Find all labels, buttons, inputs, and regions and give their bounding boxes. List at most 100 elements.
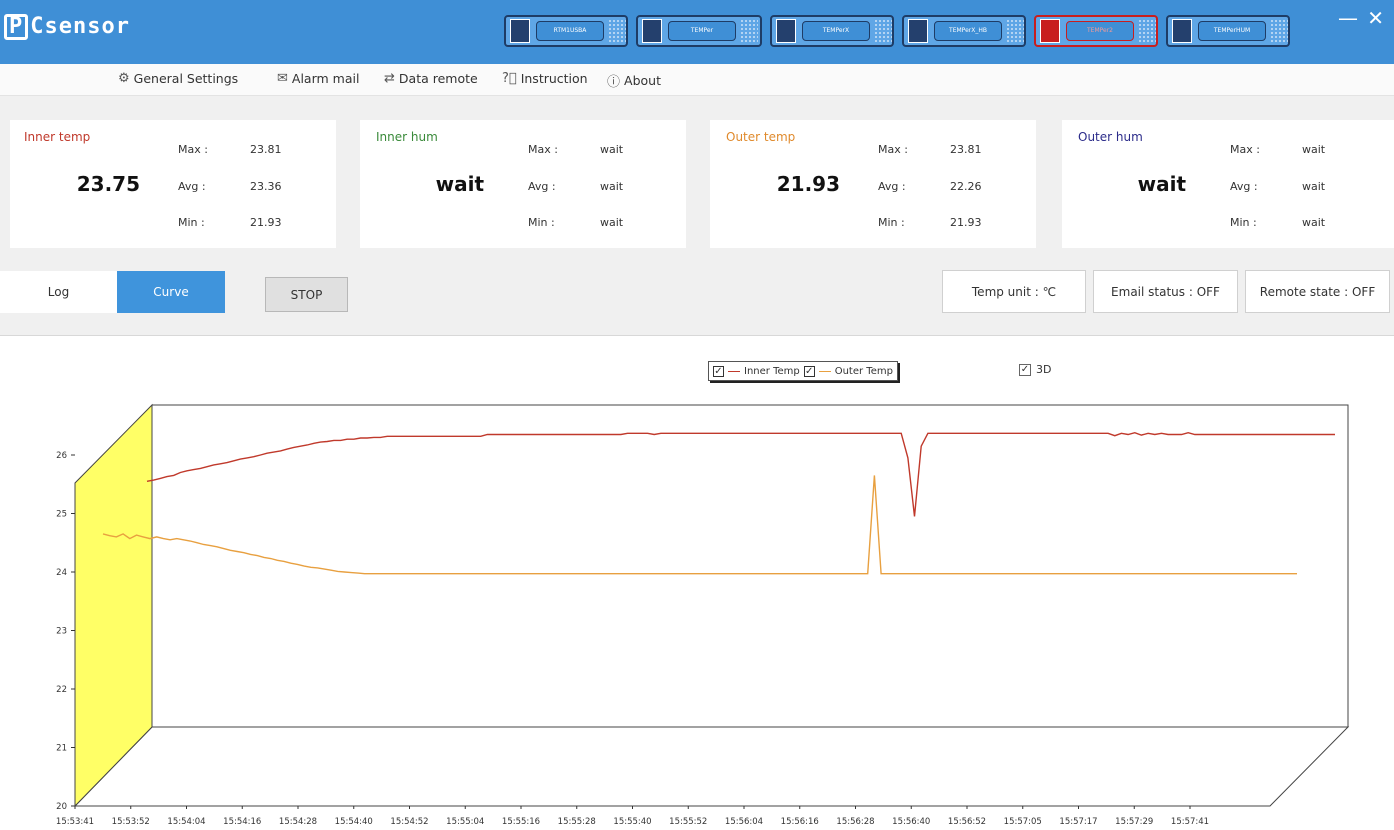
device-label: TEMPerX bbox=[802, 21, 870, 41]
avg-value: 22.26 bbox=[950, 180, 982, 193]
usb-plug-icon bbox=[642, 19, 662, 43]
device-tab-temper[interactable]: TEMPer bbox=[636, 15, 762, 47]
close-button[interactable]: ✕ bbox=[1367, 6, 1384, 30]
usb-plug-icon bbox=[908, 19, 928, 43]
x-tick-label: 15:55:52 bbox=[669, 817, 707, 827]
card-title: Outer hum bbox=[1078, 130, 1143, 144]
y-tick-label: 24 bbox=[56, 568, 67, 578]
device-label: TEMPerHUM bbox=[1198, 21, 1266, 41]
menu-general-settings[interactable]: ⚙ General Settings bbox=[118, 71, 238, 86]
readings-panel: Inner temp 23.75 Max : 23.81 Avg : 23.36… bbox=[0, 96, 1394, 266]
menu-data-remote-label: Data remote bbox=[398, 71, 478, 86]
y-tick-label: 22 bbox=[56, 685, 67, 695]
avg-value: wait bbox=[1302, 180, 1326, 193]
stop-button[interactable]: STOP bbox=[265, 277, 348, 312]
menu-alarm-mail[interactable]: ✉ Alarm mail bbox=[277, 71, 359, 86]
x-tick-label: 15:55:28 bbox=[558, 817, 596, 827]
current-value: wait bbox=[435, 172, 484, 196]
device-grille-icon bbox=[1006, 19, 1024, 43]
usb-plug-icon bbox=[776, 19, 796, 43]
menu-general-settings-label: General Settings bbox=[133, 71, 239, 86]
menu-about-label: About bbox=[624, 73, 661, 88]
question-circle-icon: ?⃝ bbox=[502, 71, 517, 86]
three-d-toggle[interactable]: ✓ 3D bbox=[1019, 363, 1051, 376]
device-tab-temperx-hb[interactable]: TEMPerX_HB bbox=[902, 15, 1026, 47]
logo-p-mark: P bbox=[4, 14, 29, 40]
info-circle-icon: ⓘ bbox=[607, 75, 621, 90]
tab-curve[interactable]: Curve bbox=[117, 271, 225, 313]
max-label: Max : bbox=[1230, 143, 1260, 156]
device-tab-temperx[interactable]: TEMPerX bbox=[770, 15, 894, 47]
usb-plug-icon bbox=[1040, 19, 1060, 43]
x-tick-label: 15:54:52 bbox=[390, 817, 428, 827]
current-value: wait bbox=[1137, 172, 1186, 196]
min-value: wait bbox=[600, 216, 624, 229]
x-tick-label: 15:57:05 bbox=[1004, 817, 1042, 827]
inner-temp-swatch bbox=[728, 370, 740, 372]
y-tick-label: 20 bbox=[56, 802, 67, 812]
envelope-icon: ✉ bbox=[277, 71, 288, 86]
x-tick-label: 15:53:52 bbox=[112, 817, 150, 827]
card-outer-hum: Outer hum wait Max : wait Avg : wait Min… bbox=[1062, 120, 1394, 248]
menu-bar: ⚙ General Settings ✉ Alarm mail ⇄ Data r… bbox=[0, 64, 1394, 96]
inner-temp-legend-label: Inner Temp bbox=[744, 365, 800, 377]
device-label: TEMPer bbox=[668, 21, 736, 41]
device-grille-icon bbox=[740, 19, 758, 43]
x-tick-label: 15:56:28 bbox=[836, 817, 874, 827]
device-label: TEMPer2 bbox=[1066, 21, 1134, 41]
usb-plug-icon bbox=[1172, 19, 1192, 43]
menu-instruction[interactable]: ?⃝ Instruction bbox=[502, 71, 588, 86]
avg-value: wait bbox=[600, 180, 624, 193]
card-outer-temp: Outer temp 21.93 Max : 23.81 Avg : 22.26… bbox=[710, 120, 1036, 248]
email-status[interactable]: Email status : OFF bbox=[1093, 270, 1238, 313]
min-label: Min : bbox=[178, 216, 205, 229]
device-tab-rtm1usba[interactable]: RTM1USBA bbox=[504, 15, 628, 47]
x-tick-label: 15:56:04 bbox=[725, 817, 763, 827]
control-bar: Log Curve STOP Temp unit : ℃ Email statu… bbox=[0, 266, 1394, 336]
device-tab-temper2[interactable]: TEMPer2 bbox=[1034, 15, 1158, 47]
max-label: Max : bbox=[878, 143, 908, 156]
x-tick-label: 15:57:41 bbox=[1171, 817, 1209, 827]
max-label: Max : bbox=[178, 143, 208, 156]
x-tick-label: 15:55:04 bbox=[446, 817, 484, 827]
card-title: Inner temp bbox=[24, 130, 91, 144]
logo-text: Csensor bbox=[30, 14, 130, 39]
x-tick-label: 15:53:41 bbox=[56, 817, 94, 827]
card-title: Inner hum bbox=[376, 130, 438, 144]
current-value: 21.93 bbox=[776, 172, 840, 196]
tab-log[interactable]: Log bbox=[0, 271, 117, 313]
chart-area: 26 25 24 23 22 21 20 15:53:41 15:53:52 15:54:04 15… bbox=[0, 337, 1394, 830]
menu-about[interactable]: ⓘ About bbox=[607, 71, 661, 90]
three-d-checkbox[interactable]: ✓ bbox=[1019, 363, 1031, 376]
min-value: wait bbox=[1302, 216, 1326, 229]
max-value: wait bbox=[600, 143, 624, 156]
title-bar: P Csensor RTM1USBA TEMPer TEMPerX TEMPerX_HB… bbox=[0, 0, 1394, 64]
max-value: 23.81 bbox=[250, 143, 282, 156]
temp-unit-status[interactable]: Temp unit : ℃ bbox=[942, 270, 1086, 313]
max-value: 23.81 bbox=[950, 143, 982, 156]
usb-plug-icon bbox=[510, 19, 530, 43]
x-tick-label: 15:55:40 bbox=[613, 817, 651, 827]
outer-temp-swatch bbox=[818, 370, 831, 372]
temperature-chart: 26 25 24 23 22 21 20 15:53:41 15:53:52 15:54:04 15… bbox=[56, 403, 1350, 827]
current-value: 23.75 bbox=[76, 172, 140, 196]
three-d-label: 3D bbox=[1036, 363, 1052, 376]
outer-temp-checkbox[interactable]: ✓ bbox=[803, 365, 815, 377]
avg-label: Avg : bbox=[178, 180, 206, 193]
device-grille-icon bbox=[874, 19, 892, 43]
minimize-button[interactable]: — bbox=[1338, 6, 1358, 30]
x-tick-label: 15:56:40 bbox=[892, 817, 930, 827]
menu-data-remote[interactable]: ⇄ Data remote bbox=[384, 71, 478, 86]
device-strip: RTM1USBA TEMPer TEMPerX TEMPerX_HB TEMPer2 TE… bbox=[504, 15, 1290, 49]
chart-back-wall bbox=[151, 404, 1349, 728]
avg-label: Avg : bbox=[878, 180, 906, 193]
device-grille-icon bbox=[1270, 19, 1288, 43]
max-value: wait bbox=[1302, 143, 1326, 156]
inner-temp-checkbox[interactable]: ✓ bbox=[713, 365, 724, 377]
min-label: Min : bbox=[878, 216, 905, 229]
x-tick-label: 15:54:28 bbox=[279, 817, 317, 827]
y-tick-label: 21 bbox=[56, 744, 67, 754]
remote-state[interactable]: Remote state : OFF bbox=[1245, 270, 1390, 313]
device-tab-temperhum[interactable]: TEMPerHUM bbox=[1166, 15, 1290, 47]
min-label: Min : bbox=[528, 216, 555, 229]
